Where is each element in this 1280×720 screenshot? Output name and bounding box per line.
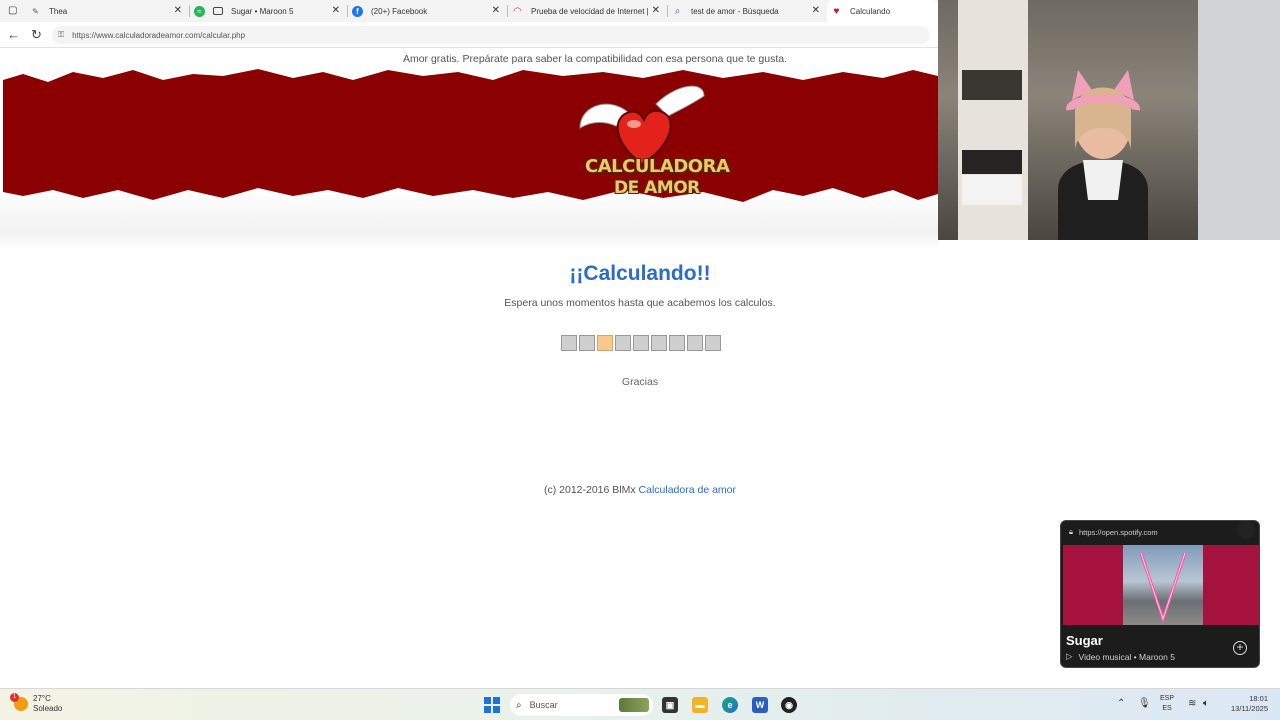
heart-shape	[616, 109, 672, 166]
chevron-up-icon[interactable]: ⌃	[1117, 698, 1125, 709]
track-title: Sugar	[1066, 633, 1103, 648]
lock-icon: 🔒︎	[1069, 527, 1073, 536]
close-icon[interactable]: ✕	[332, 5, 340, 16]
progress-segment	[579, 335, 595, 351]
clock[interactable]: 18:01 13/11/2025	[1222, 694, 1268, 714]
wifi-icon[interactable]: ≋	[1188, 698, 1196, 709]
word-icon[interactable]: W	[752, 697, 768, 713]
copyright-text: (c) 2012-2016 BlMx	[543, 484, 636, 496]
album-art-background	[1063, 545, 1259, 625]
tab-facebook[interactable]: f (20+) Facebook ✕	[348, 0, 506, 22]
weather-widget[interactable]: 1 27°C Soleado	[10, 693, 63, 714]
close-icon[interactable]: ✕	[812, 5, 820, 16]
tab-label: (20+) Facebook	[371, 6, 428, 16]
footer: (c) 2012-2016 BlMx Calculadora de amor	[0, 484, 1280, 496]
tab-speedtest[interactable]: ◠ Prueba de velocidad de Internet | ✕	[508, 0, 666, 22]
file-explorer-icon[interactable]: ▬	[692, 697, 708, 713]
tab-label: test de amor - Búsqueda	[691, 6, 779, 16]
feather-icon: ✎	[32, 6, 39, 16]
webcam-overlay	[938, 0, 1280, 240]
search-icon: ⌕	[674, 5, 681, 17]
reload-icon[interactable]: ↻	[31, 27, 42, 43]
album-art	[1123, 545, 1203, 625]
search-placeholder: Buscar	[529, 700, 558, 710]
love-calculator-logo	[579, 85, 705, 166]
screen: ▢ ✎ Thea ✕ ≈ Sugar • Maroon 5 ✕ f (20+) …	[0, 0, 1280, 720]
cast-icon	[213, 7, 223, 15]
footer-link[interactable]: Calculadora de amor	[639, 484, 736, 496]
microphone-icon[interactable]: 🎙︎	[1138, 698, 1151, 709]
close-button[interactable]	[1237, 521, 1255, 539]
progress-segment	[687, 335, 703, 351]
date: 13/11/2025	[1231, 704, 1268, 713]
volume-icon[interactable]: 🔈︎	[1203, 698, 1209, 709]
tab-label: Prueba de velocidad de Internet |	[531, 6, 649, 16]
search-icon: ⌕	[516, 699, 522, 711]
search-highlight-image	[619, 698, 649, 712]
time: 18:01	[1249, 694, 1268, 703]
progress-segment	[705, 335, 721, 351]
progress-segment	[597, 335, 613, 351]
language-indicator[interactable]: ESP ES	[1160, 694, 1174, 714]
wait-message: Espera unos momentos hasta que acabemos …	[504, 297, 776, 309]
tab-actions-icon[interactable]: ▢	[8, 5, 20, 17]
taskbar-search[interactable]: ⌕ Buscar	[510, 694, 653, 716]
sun-icon: 1	[10, 693, 28, 711]
address-bar[interactable]: ⚿ https://www.calculadoradeamor.com/calc…	[52, 26, 930, 44]
progress-segment	[615, 335, 631, 351]
tab-calculando[interactable]: ♥ Calculando	[827, 0, 938, 22]
close-icon[interactable]: ✕	[492, 5, 500, 16]
navigation-bar: ← ↻ ⚿ https://www.calculadoradeamor.com/…	[0, 22, 938, 48]
facebook-icon: f	[352, 5, 363, 17]
tab-label: Calculando	[850, 6, 891, 16]
thanks-text: Gracias	[621, 376, 659, 388]
torn-banner	[3, 69, 938, 202]
spotify-mini-player[interactable]: 🔒︎ https://open.spotify.com Sugar ▷ Vide…	[1060, 520, 1260, 668]
close-icon[interactable]: ✕	[174, 5, 182, 16]
streamer-person	[1058, 70, 1148, 240]
close-icon[interactable]: ✕	[652, 5, 660, 16]
tab-search[interactable]: ⌕ test de amor - Búsqueda ✕	[668, 0, 826, 22]
speedtest-icon: ◠	[513, 5, 522, 17]
heart-icon: ♥	[833, 5, 840, 17]
temperature: 27°C	[33, 694, 51, 703]
alert-badge: 1	[10, 693, 19, 702]
edge-icon[interactable]: e	[722, 697, 738, 713]
track-subtitle: ▷ Video musical • Maroon 5	[1066, 651, 1175, 662]
add-icon[interactable]: +	[1233, 641, 1247, 655]
tab-spotify[interactable]: ≈ Sugar • Maroon 5 ✕	[190, 0, 346, 22]
page-title: ¡¡Calculando!!	[569, 262, 711, 285]
spotify-icon: ≈	[194, 5, 205, 17]
windows-start-icon[interactable]	[484, 697, 500, 713]
site-info-icon[interactable]: ⚿	[58, 30, 64, 40]
obs-icon[interactable]: ◉	[781, 697, 797, 713]
url-text: https://www.calculadoradeamor.com/calcul…	[72, 30, 246, 40]
mini-player-url: 🔒︎ https://open.spotify.com	[1069, 527, 1158, 537]
browser-tab-strip: ▢ ✎ Thea ✕ ≈ Sugar • Maroon 5 ✕ f (20+) …	[0, 0, 938, 22]
tab-thea[interactable]: ✎ Thea ✕	[26, 0, 188, 22]
progress-segment	[669, 335, 685, 351]
task-view-icon[interactable]: ▣	[662, 697, 678, 713]
weather-condition: Soleado	[33, 704, 63, 713]
progress-segment	[651, 335, 667, 351]
progress-segment	[633, 335, 649, 351]
tab-label: Thea	[49, 6, 68, 16]
progress-segment	[561, 335, 577, 351]
taskbar: 1 27°C Soleado ⌕ Buscar ▣ ▬ e W ◉ ⌃ 🎙︎ E…	[0, 688, 1280, 720]
tab-label: Sugar • Maroon 5	[231, 6, 294, 16]
video-icon: ▷	[1066, 651, 1073, 661]
progress-bar	[561, 335, 721, 351]
back-arrow-icon[interactable]: ←	[7, 27, 20, 42]
